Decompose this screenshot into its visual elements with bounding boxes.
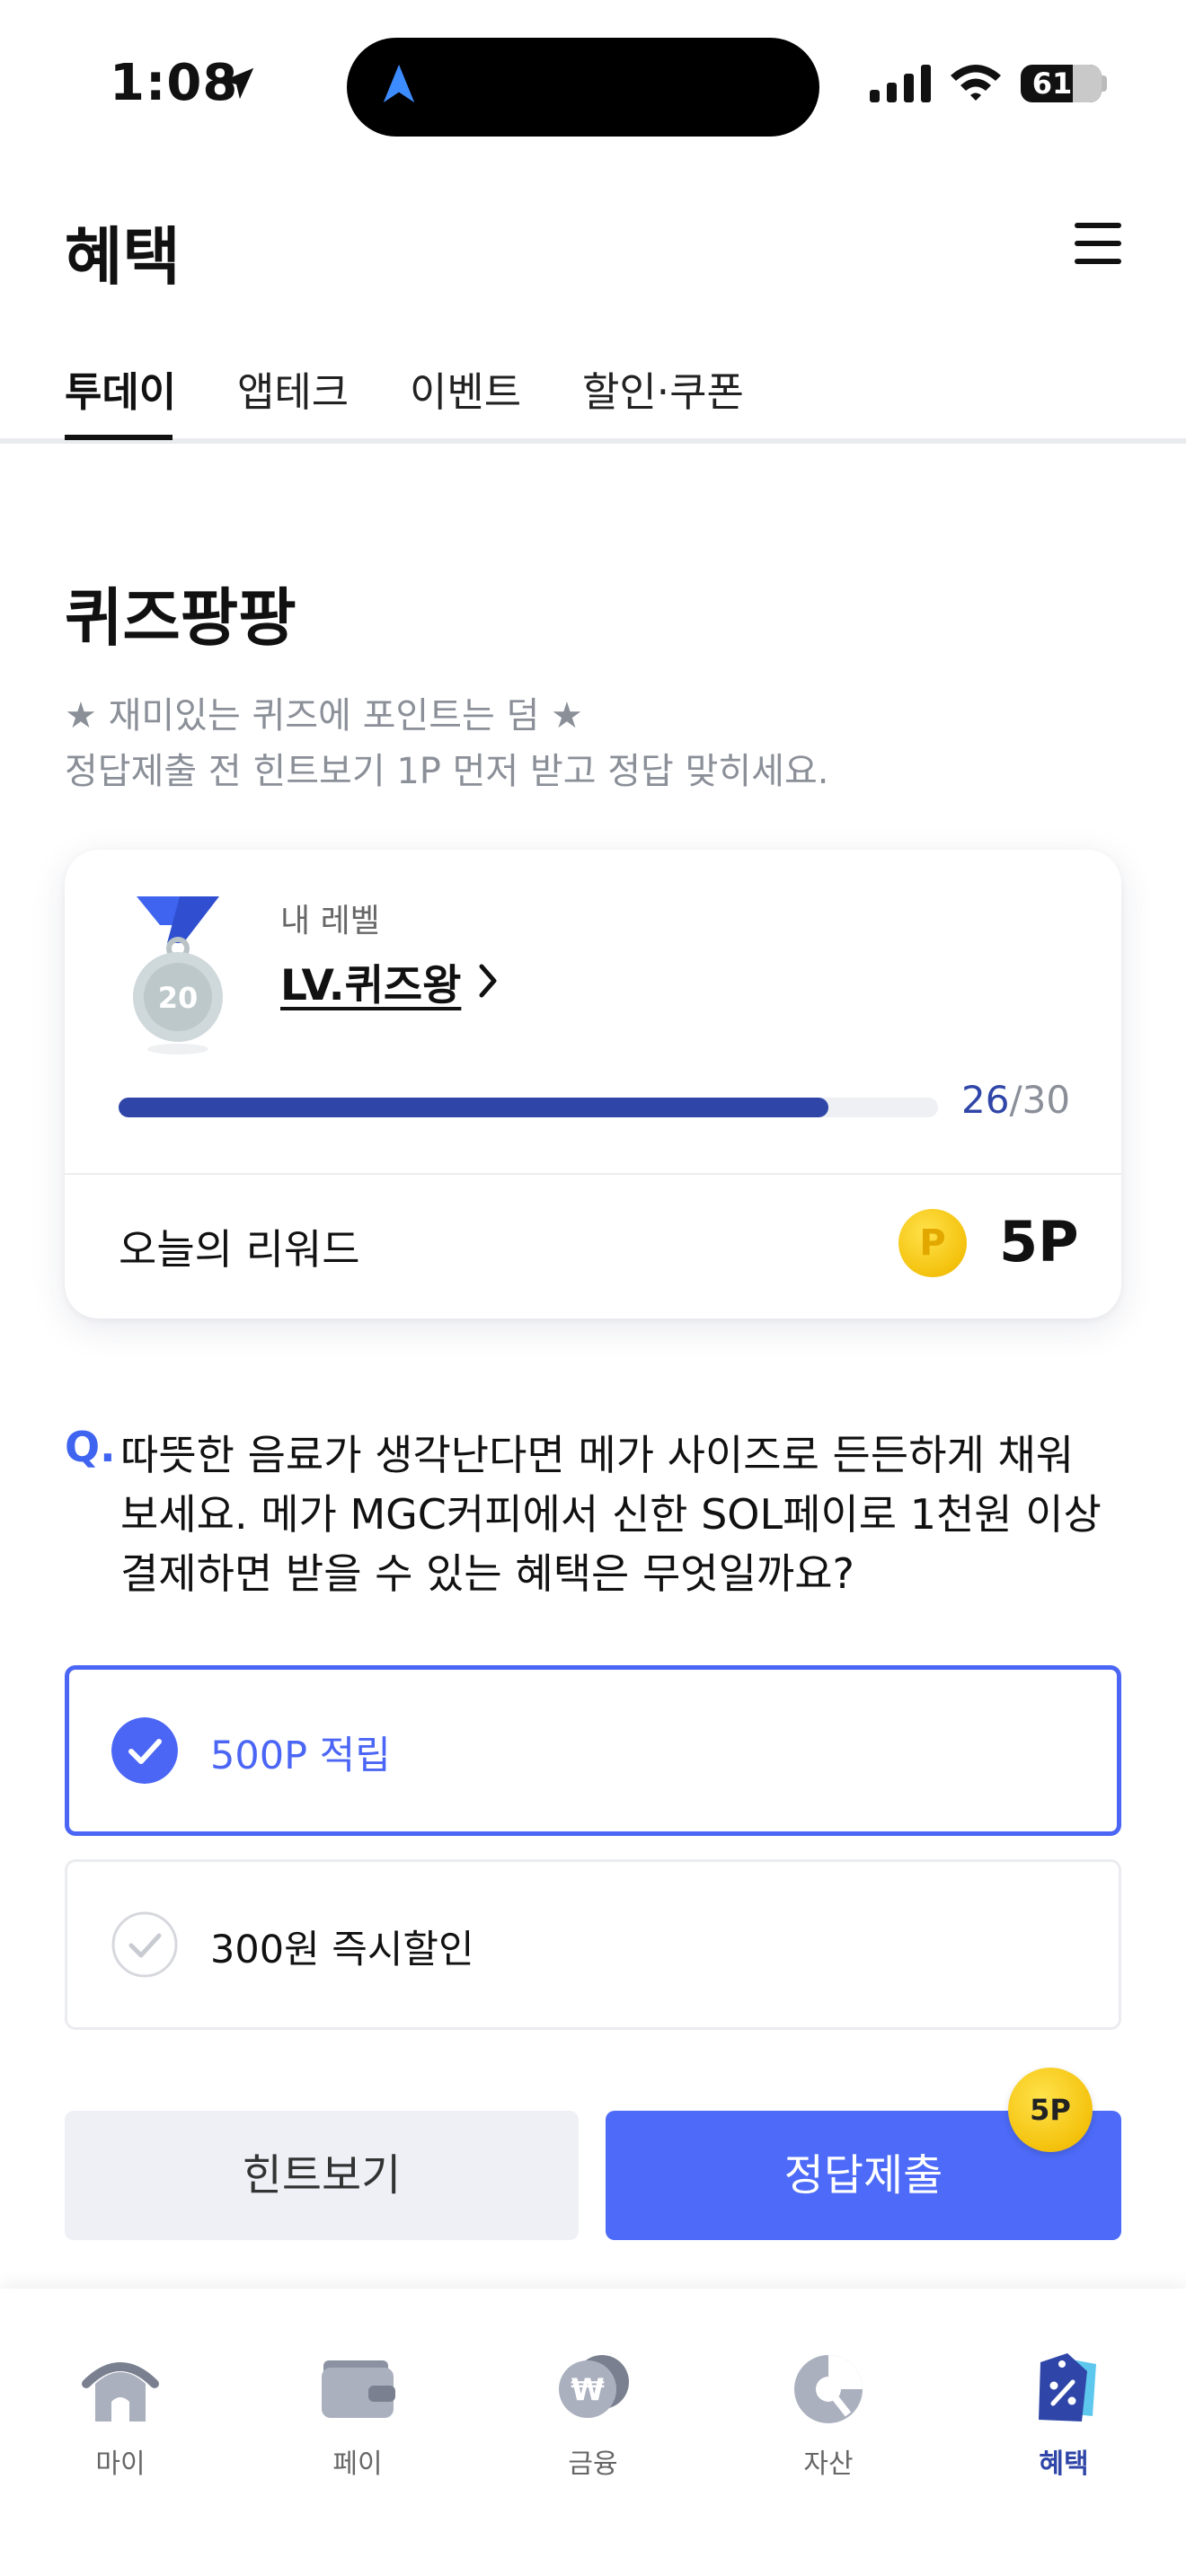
chevron-right-icon[interactable]	[476, 963, 500, 999]
hamburger-menu-icon[interactable]	[1075, 221, 1121, 266]
battery-level: 61	[1031, 66, 1073, 101]
nav-item-assets[interactable]: 자산	[757, 2344, 900, 2481]
today-reward-label: 오늘의 리워드	[119, 1225, 360, 1274]
submit-reward-badge: 5P	[1008, 2068, 1093, 2152]
point-coin-icon: P	[898, 1209, 967, 1277]
battery-icon: 61	[1021, 65, 1102, 102]
signal-icon	[870, 65, 931, 102]
unselected-check-icon[interactable]	[111, 1911, 178, 1978]
svg-text:₩: ₩	[571, 2372, 605, 2408]
tab-apptech[interactable]: 앱테크	[237, 359, 349, 418]
question-line3: 결제하면 받을 수 있는 혜택은 무엇일까요?	[120, 1549, 854, 1598]
tab-discount-coupon[interactable]: 할인·쿠폰	[582, 359, 744, 418]
hint-button[interactable]: 힌트보기	[65, 2111, 579, 2240]
question-line2: 보세요. 메가 MGC커피에서 신한 SOL페이로 1천원 이상	[120, 1490, 1102, 1539]
progress-total: /30	[1009, 1078, 1071, 1122]
level-progress-text: 26/30	[961, 1078, 1070, 1122]
page-title: 혜택	[65, 220, 181, 294]
card-divider	[65, 1173, 1121, 1175]
medal-icon: 20	[133, 896, 223, 1054]
quiz-desc-line2: 정답제출 전 힌트보기 1P 먼저 받고 정답 맞히세요.	[65, 751, 829, 792]
nav-label-finance: 금융	[568, 2448, 618, 2480]
navigation-icon	[383, 64, 415, 103]
wallet-icon	[322, 2360, 395, 2418]
level-progress-fill	[119, 1098, 829, 1117]
nav-item-my[interactable]: 마이	[49, 2344, 192, 2481]
my-level-label: 내 레벨	[280, 903, 380, 940]
active-tab-indicator	[65, 435, 173, 440]
nav-item-pay[interactable]: 페이	[286, 2344, 429, 2481]
nav-item-finance[interactable]: ₩ 금융	[521, 2344, 665, 2481]
quiz-title: 퀴즈팡팡	[65, 581, 296, 655]
tabs-divider	[0, 438, 1186, 444]
nav-label-assets: 자산	[803, 2448, 854, 2480]
today-reward-value: 5P	[999, 1209, 1079, 1275]
benefit-tag-icon	[1039, 2353, 1096, 2422]
question-prefix: Q.	[65, 1423, 116, 1471]
location-arrow-icon	[222, 67, 254, 100]
progress-current: 26	[961, 1078, 1010, 1122]
answer-option-1-label[interactable]: 500P 적립	[210, 1725, 391, 1780]
home-icon	[82, 2362, 159, 2422]
wifi-icon	[951, 65, 1001, 101]
question-line1: 따뜻한 음료가 생각난다면 메가 사이즈로 든든하게 채워	[120, 1431, 1075, 1479]
nav-label-pay: 페이	[332, 2448, 383, 2480]
selected-check-icon[interactable]	[111, 1717, 178, 1784]
level-progress-bar	[119, 1098, 938, 1117]
quiz-desc-line1: ★ 재미있는 퀴즈에 포인트는 덤 ★	[65, 695, 583, 737]
dynamic-island	[347, 38, 819, 137]
nav-label-my: 마이	[95, 2448, 146, 2480]
medal-number: 20	[158, 981, 199, 1015]
answer-option-2-label[interactable]: 300원 즉시할인	[210, 1919, 474, 1974]
tab-event[interactable]: 이벤트	[410, 359, 521, 418]
tab-today[interactable]: 투데이	[65, 359, 176, 418]
nav-item-benefit[interactable]: 혜택	[992, 2344, 1136, 2481]
pie-chart-icon	[794, 2355, 863, 2423]
battery-tip	[1102, 75, 1107, 92]
level-name-link[interactable]: LV.퀴즈왕	[280, 950, 461, 1012]
won-coin-icon: ₩	[559, 2355, 629, 2418]
nav-label-benefit: 혜택	[1039, 2448, 1089, 2480]
